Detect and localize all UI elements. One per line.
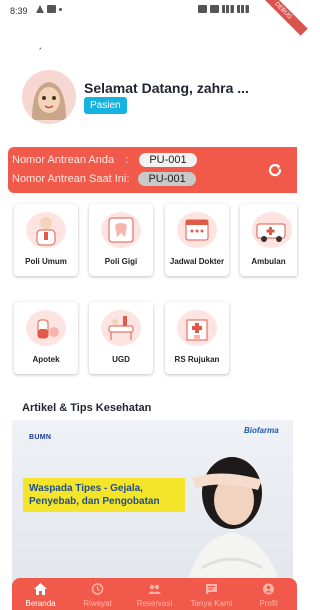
notification-icon <box>47 5 56 13</box>
menu-label: UGD <box>112 355 130 364</box>
queue-current-number: PU-001 <box>138 172 196 186</box>
menu-poli-umum[interactable]: Poli Umum <box>14 204 78 276</box>
menu-apotek[interactable]: Apotek <box>14 302 78 374</box>
nav-label: Riwayat <box>83 599 112 608</box>
dentist-illustration <box>101 212 141 248</box>
status-right-icons <box>198 5 249 13</box>
queue-card: Nomor Antrean Anda : PU-001 Nomor Antrea… <box>8 147 297 193</box>
refresh-icon[interactable] <box>266 161 284 179</box>
section-title-articles: Artikel & Tips Kesehatan <box>22 402 152 414</box>
article-banner[interactable]: BUMN Biofarma Waspada Tipes - Gejala, Pe… <box>12 420 293 600</box>
nav-tanya-kami[interactable]: Tanya Kami <box>183 578 240 610</box>
menu-rs-rujukan[interactable]: RS Rujukan <box>165 302 229 374</box>
schedule-illustration <box>177 212 217 248</box>
signal2-icon <box>237 5 249 13</box>
alarm-icon <box>198 5 207 13</box>
profile-header: Selamat Datang, zahra ... Pasien <box>22 70 282 126</box>
menu-poli-gigi[interactable]: Poli Gigi <box>89 204 153 276</box>
menu-label: Ambulan <box>251 257 286 266</box>
queue-separator: : <box>125 154 129 166</box>
sick-woman-illustration <box>183 457 286 600</box>
dot-icon <box>59 7 62 11</box>
nav-label: Tanya Kami <box>190 599 233 608</box>
ambulance-illustration <box>252 212 292 248</box>
signal-icon <box>222 5 234 13</box>
emergency-illustration <box>101 310 141 346</box>
home-icon <box>34 583 47 595</box>
status-bar: 8:39 DEBUG <box>0 0 308 36</box>
menu-label: Poli Gigi <box>104 257 138 266</box>
menu-label: Poli Umum <box>25 257 67 266</box>
menu-ugd[interactable]: UGD <box>89 302 153 374</box>
back-mark: ˏ <box>38 36 42 50</box>
bottom-navigation: Beranda Riwayat Reservasi Tanya Kami Pro… <box>12 578 297 610</box>
nav-label: Reservasi <box>136 599 173 608</box>
profile-icon <box>263 583 274 595</box>
menu-label: Apotek <box>32 355 60 364</box>
nav-label: Beranda <box>25 599 56 608</box>
nav-reservasi[interactable]: Reservasi <box>126 578 183 610</box>
menu-label: RS Rujukan <box>174 355 220 364</box>
status-time: 8:39 <box>10 6 28 16</box>
people-icon <box>148 584 161 594</box>
banner-brand-right: Biofarma <box>244 426 279 435</box>
nav-label: Profil <box>259 599 278 608</box>
nav-riwayat[interactable]: Riwayat <box>69 578 126 610</box>
menu-jadwal-dokter[interactable]: Jadwal Dokter <box>165 204 229 276</box>
banner-headline: Waspada Tipes - Gejala, Penyebab, dan Pe… <box>23 478 185 512</box>
queue-your-number: PU-001 <box>139 153 197 167</box>
role-badge: Pasien <box>84 97 127 114</box>
chat-icon <box>206 584 217 595</box>
queue-current-label: Nomor Antrean Saat Ini: <box>12 173 130 185</box>
nav-beranda[interactable]: Beranda <box>12 578 69 610</box>
queue-your-label: Nomor Antrean Anda <box>12 154 115 166</box>
history-icon <box>91 583 104 595</box>
menu-ambulan[interactable]: Ambulan <box>240 204 297 276</box>
alert-icon <box>36 5 44 13</box>
greeting-text: Selamat Datang, zahra ... <box>84 80 249 96</box>
menu-label: Jadwal Dokter <box>169 257 225 266</box>
debug-ribbon: DEBUG <box>258 0 308 36</box>
nav-profil[interactable]: Profil <box>240 578 297 610</box>
avatar[interactable] <box>22 70 76 124</box>
banner-brand-left: BUMN <box>29 434 52 441</box>
avatar-illustration <box>22 70 76 124</box>
doctor-illustration <box>26 212 66 248</box>
status-left-icons <box>36 5 62 13</box>
referral-hospital-illustration <box>177 310 217 346</box>
queue-row-yours: Nomor Antrean Anda : PU-001 <box>12 153 197 167</box>
pharmacy-illustration <box>26 310 66 346</box>
queue-row-current: Nomor Antrean Saat Ini: PU-001 <box>12 172 196 186</box>
mute-icon <box>210 5 219 13</box>
